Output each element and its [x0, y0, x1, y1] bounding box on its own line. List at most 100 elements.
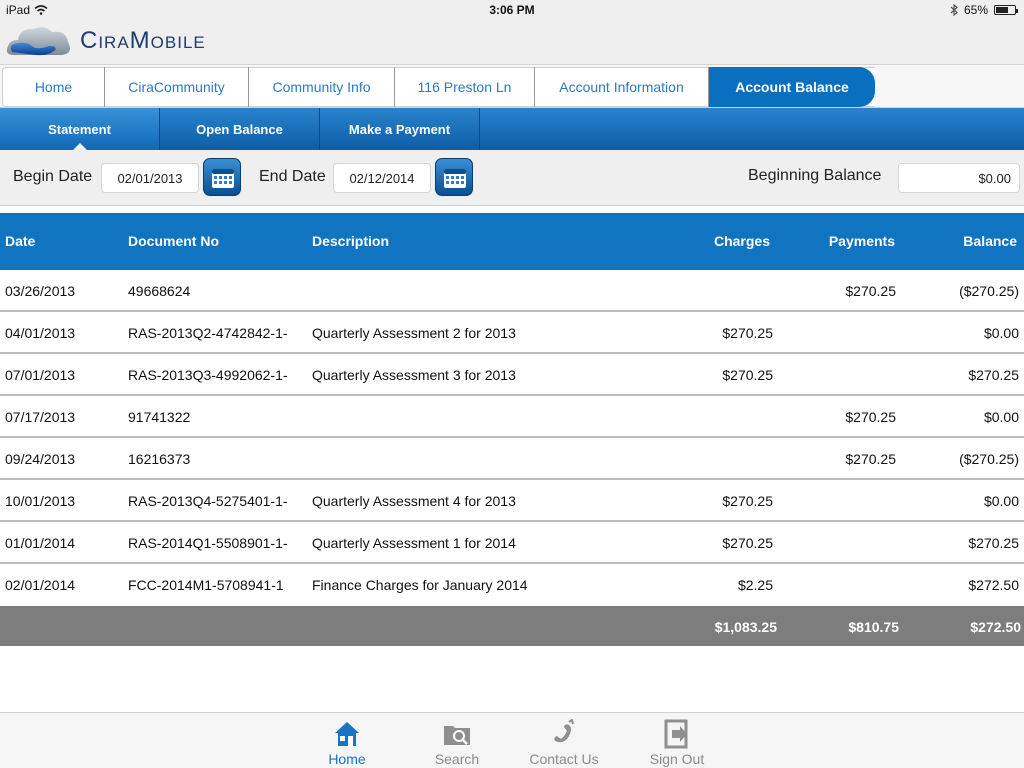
nav-tab-account-information[interactable]: Account Information — [535, 67, 709, 107]
search-folder-icon — [444, 726, 470, 745]
cell-description: Quarterly Assessment 1 for 2014 — [312, 535, 516, 551]
column-header-document: Document No — [128, 233, 219, 249]
table-row[interactable]: 01/01/2014 RAS-2014Q1-5508901-1- Quarter… — [0, 522, 1024, 564]
beginning-balance-label: Beginning Balance — [748, 167, 882, 184]
cell-date: 03/26/2013 — [5, 283, 76, 299]
column-header-charges: Charges — [713, 233, 770, 249]
end-date-field[interactable]: 02/12/2014 — [333, 163, 431, 193]
status-time: 3:06 PM — [489, 3, 535, 17]
tab-home[interactable]: Home — [299, 719, 395, 767]
cell-charges: $270.25 — [722, 325, 773, 341]
cell-date: 10/01/2013 — [5, 493, 76, 509]
cell-charges: $270.25 — [722, 535, 773, 551]
cell-date: 07/17/2013 — [5, 409, 76, 425]
beginning-balance-field: $0.00 — [898, 163, 1020, 193]
cell-charges: $2.25 — [737, 577, 773, 593]
tab-search[interactable]: Search — [409, 719, 505, 767]
top-nav: Home CiraCommunity Community Info 116 Pr… — [0, 64, 1024, 108]
cell-payments: $270.25 — [845, 451, 896, 467]
cell-charges: $270.25 — [722, 367, 773, 383]
nav-tab-home[interactable]: Home — [3, 67, 105, 107]
cell-balance: $272.50 — [968, 577, 1019, 593]
table-row[interactable]: 07/17/2013 91741322 $270.25 $0.00 — [0, 396, 1024, 438]
column-header-balance: Balance — [963, 233, 1017, 249]
begin-date-label: Begin Date — [13, 168, 93, 185]
subtab-statement[interactable]: Statement — [0, 108, 160, 150]
cell-document: 49668624 — [128, 283, 191, 299]
table-row[interactable]: 02/01/2014 FCC-2014M1-5708941-1 Finance … — [0, 564, 1024, 606]
cell-document: 91741322 — [128, 409, 191, 425]
tab-home-label: Home — [328, 751, 366, 767]
tab-contact-us[interactable]: Contact Us — [516, 719, 612, 767]
subtab-make-payment[interactable]: Make a Payment — [320, 108, 480, 150]
table-row[interactable]: 04/01/2013 RAS-2013Q2-4742842-1- Quarter… — [0, 312, 1024, 354]
total-charges: $1,083.25 — [714, 619, 777, 635]
battery-percent: 65% — [963, 3, 988, 17]
tab-contact-us-label: Contact Us — [529, 751, 599, 767]
cell-balance: $0.00 — [983, 325, 1019, 341]
begin-date-calendar-button[interactable] — [203, 158, 241, 196]
calendar-icon — [212, 169, 234, 188]
cell-balance: $0.00 — [983, 493, 1019, 509]
home-icon — [335, 722, 359, 746]
cell-description: Quarterly Assessment 2 for 2013 — [312, 325, 516, 341]
cell-payments: $270.25 — [845, 283, 896, 299]
sub-tabs: Statement Open Balance Make a Payment — [0, 108, 1024, 150]
table-row[interactable]: 03/26/2013 49668624 $270.25 ($270.25) — [0, 270, 1024, 312]
total-balance: $272.50 — [970, 619, 1021, 635]
cell-balance: $270.25 — [968, 535, 1019, 551]
nav-tab-address[interactable]: 116 Preston Ln — [395, 67, 535, 107]
sign-out-icon — [664, 719, 688, 749]
column-header-payments: Payments — [828, 233, 895, 249]
cell-document: FCC-2014M1-5708941-1 — [128, 577, 284, 593]
cell-date: 04/01/2013 — [5, 325, 76, 341]
table-row[interactable]: 09/24/2013 16216373 $270.25 ($270.25) — [0, 438, 1024, 480]
tab-sign-out[interactable]: Sign Out — [629, 719, 725, 767]
calendar-icon — [444, 169, 466, 188]
end-date-calendar-button[interactable] — [435, 158, 473, 196]
table-header: Date Document No Description Charges Pay… — [0, 213, 1024, 270]
cell-document: RAS-2013Q4-5275401-1- — [128, 493, 288, 509]
cell-document: RAS-2013Q3-4992062-1- — [128, 367, 288, 383]
top-nav-tabs: Home CiraCommunity Community Info 116 Pr… — [2, 67, 875, 107]
bluetooth-icon — [950, 4, 958, 16]
tab-sign-out-label: Sign Out — [649, 751, 705, 767]
totals-row: $1,083.25 $810.75 $272.50 — [0, 606, 1024, 646]
column-header-date: Date — [5, 233, 36, 249]
logo: CiraMobile — [6, 22, 206, 60]
cell-date: 02/01/2014 — [5, 577, 76, 593]
tab-search-label: Search — [434, 751, 480, 767]
nav-tab-community-info[interactable]: Community Info — [249, 67, 395, 107]
table-row[interactable]: 10/01/2013 RAS-2013Q4-5275401-1- Quarter… — [0, 480, 1024, 522]
nav-tab-ciracommunity[interactable]: CiraCommunity — [105, 67, 249, 107]
battery-icon — [994, 5, 1018, 15]
total-payments: $810.75 — [848, 619, 899, 635]
cell-document: RAS-2014Q1-5508901-1- — [128, 535, 288, 551]
cell-balance: $0.00 — [983, 409, 1019, 425]
column-header-description: Description — [312, 233, 390, 249]
begin-date-field[interactable]: 02/01/2013 — [101, 163, 199, 193]
status-right: 65% — [950, 3, 1018, 17]
table-row[interactable]: 07/01/2013 RAS-2013Q3-4992062-1- Quarter… — [0, 354, 1024, 396]
cell-balance: ($270.25) — [959, 451, 1019, 467]
date-filter: Begin Date 02/01/2013 End Date 02/12/201… — [0, 150, 1024, 206]
cell-description: Quarterly Assessment 4 for 2013 — [312, 493, 516, 509]
cell-date: 01/01/2014 — [5, 535, 76, 551]
cell-payments: $270.25 — [845, 409, 896, 425]
cell-document: 16216373 — [128, 451, 191, 467]
app-header: CiraMobile — [0, 20, 1024, 64]
subtab-open-balance[interactable]: Open Balance — [160, 108, 320, 150]
nav-tab-account-balance[interactable]: Account Balance — [709, 67, 875, 107]
logo-text: CiraMobile — [80, 27, 206, 54]
phone-icon — [554, 719, 574, 743]
cell-charges: $270.25 — [722, 493, 773, 509]
cell-balance: ($270.25) — [959, 283, 1019, 299]
status-bar: iPad 3:06 PM 65% — [0, 0, 1024, 20]
cell-document: RAS-2013Q2-4742842-1- — [128, 325, 288, 341]
cell-description: Quarterly Assessment 3 for 2013 — [312, 367, 516, 383]
end-date-label: End Date — [259, 168, 326, 185]
cell-date: 07/01/2013 — [5, 367, 76, 383]
cell-date: 09/24/2013 — [5, 451, 76, 467]
cloud-logo-icon — [6, 27, 70, 56]
cell-balance: $270.25 — [968, 367, 1019, 383]
